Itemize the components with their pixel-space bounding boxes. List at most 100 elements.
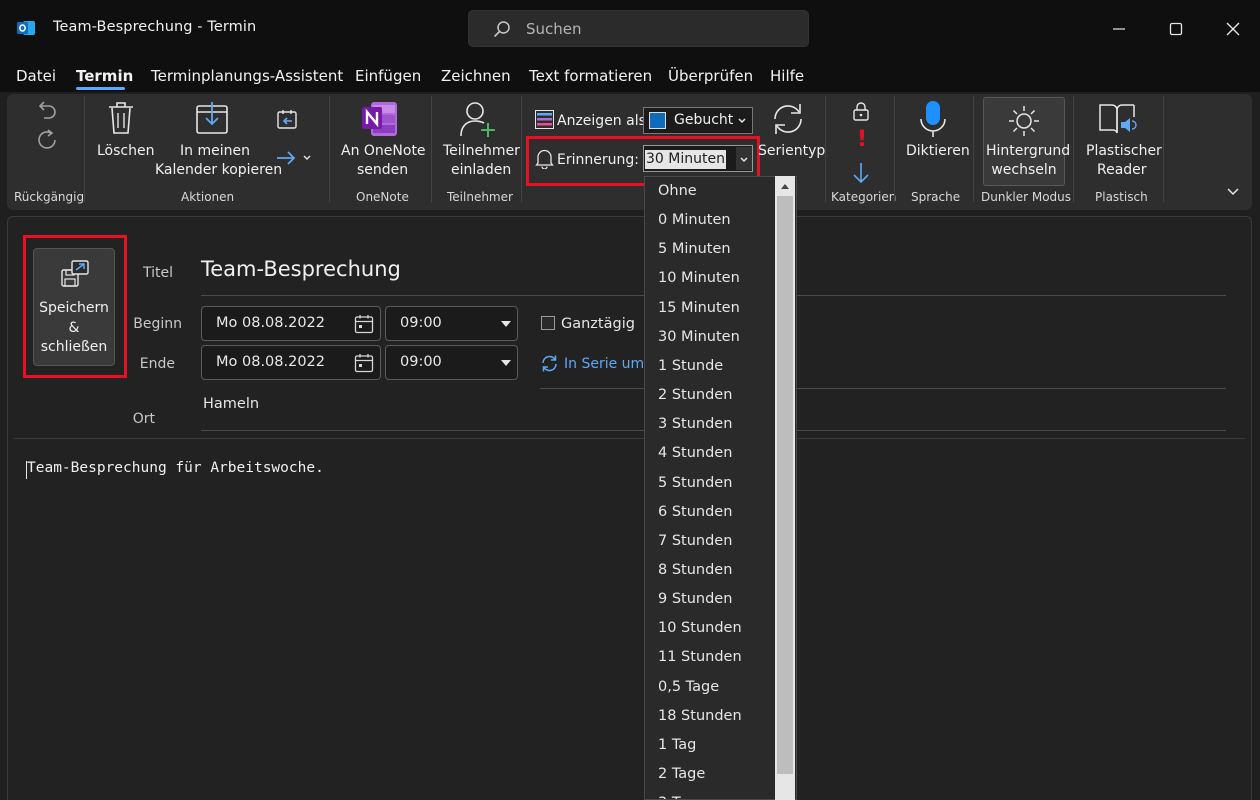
tab-text-formatieren[interactable]: Text formatieren: [529, 67, 652, 85]
show-as-select[interactable]: Gebucht: [643, 107, 753, 134]
tab-datei[interactable]: Datei: [16, 67, 56, 85]
all-day-label: Ganztägig: [561, 316, 635, 332]
location-label: Ort: [132, 411, 155, 427]
end-time-select[interactable]: 09:00: [385, 345, 518, 380]
microphone-icon: [920, 101, 946, 137]
chevron-down-icon: [738, 118, 746, 124]
tab-hilfe[interactable]: Hilfe: [770, 67, 804, 85]
onenote-label-line-1: An OneNote: [341, 143, 426, 159]
reminder-option[interactable]: Ohne: [658, 183, 697, 199]
ribbon-expand-chevron-icon[interactable]: [1226, 186, 1240, 198]
group-label-onenote: OneNote: [356, 190, 409, 204]
background-label-line-2: wechseln: [991, 162, 1057, 178]
start-time-value: 09:00: [400, 315, 442, 331]
reminder-option[interactable]: 10 Minuten: [658, 270, 740, 286]
make-recurring-label: In Serie umw: [564, 356, 656, 372]
forward-arrow-icon[interactable]: [276, 148, 316, 168]
low-importance-icon[interactable]: [851, 162, 871, 184]
tab-zeichnen[interactable]: Zeichnen: [441, 67, 511, 85]
body-separator: [14, 438, 1246, 439]
reminder-option[interactable]: 7 Stunden: [658, 533, 732, 549]
switch-background-button[interactable]: Hintergrund wechseln: [983, 97, 1071, 186]
reminder-option[interactable]: 3 Stunden: [658, 416, 732, 432]
separator-line: [540, 388, 1226, 389]
reminder-option[interactable]: 2 Tage: [658, 766, 705, 782]
ribbon-separator: [1163, 96, 1164, 202]
copy-label-line-2: Kalender kopieren: [155, 162, 283, 178]
immersive-reader-icon: [1099, 104, 1137, 134]
reminder-option[interactable]: 5 Stunden: [658, 475, 732, 491]
start-time-select[interactable]: 09:00: [385, 306, 518, 341]
group-label-actions: Aktionen: [181, 190, 235, 204]
search-box[interactable]: Suchen: [468, 10, 809, 47]
maximize-icon[interactable]: [1161, 14, 1191, 44]
reminder-option[interactable]: 2 Stunden: [658, 387, 732, 403]
ribbon-separator: [825, 96, 826, 202]
minimize-icon[interactable]: [1104, 14, 1134, 44]
background-label-line-1: Hintergrund: [986, 143, 1071, 159]
calendar-copy-icon: [196, 102, 228, 134]
save-highlight-box: [23, 235, 127, 378]
redo-icon[interactable]: [34, 128, 60, 152]
end-date-value: Mo 08.08.2022: [216, 354, 326, 370]
all-day-checkbox[interactable]: [541, 316, 555, 330]
undo-icon[interactable]: [34, 100, 60, 122]
recurrence-icon: [774, 104, 802, 134]
group-label-undo: Rückgängig: [14, 190, 85, 204]
lock-icon[interactable]: [852, 101, 870, 121]
group-label-attendees: Teilnehmer: [447, 190, 513, 204]
start-date-input[interactable]: Mo 08.08.2022: [201, 306, 381, 341]
recurrence-label: Serientyp: [758, 143, 826, 159]
reminder-option[interactable]: 0 Minuten: [658, 212, 731, 228]
show-as-icon: [535, 110, 554, 129]
high-importance-icon[interactable]: !: [857, 128, 867, 152]
reminder-option[interactable]: 11 Stunden: [658, 649, 742, 665]
group-label-tags: Kategorien: [831, 190, 897, 204]
end-time-value: 09:00: [400, 354, 442, 370]
reminder-option[interactable]: 4 Stunden: [658, 445, 732, 461]
reminder-option[interactable]: 9 Stunden: [658, 591, 732, 607]
reminder-option[interactable]: 10 Stunden: [658, 620, 742, 636]
onenote-icon: [362, 102, 397, 136]
reminder-option[interactable]: 15 Minuten: [658, 300, 740, 316]
reminder-option[interactable]: 5 Minuten: [658, 241, 731, 257]
group-label-darkmode: Dunkler Modus: [981, 190, 1072, 204]
location-input[interactable]: Hameln: [203, 396, 259, 412]
reminder-option[interactable]: 3 Tage: [658, 795, 705, 799]
calendar-icon[interactable]: [354, 314, 374, 334]
trash-icon: [109, 102, 133, 134]
show-as-value: Gebucht: [674, 112, 734, 128]
reminder-option[interactable]: 8 Stunden: [658, 562, 732, 578]
reminder-option[interactable]: 18 Stunden: [658, 708, 742, 724]
tab-ueberpruefen[interactable]: Überprüfen: [668, 67, 753, 85]
tab-einfuegen[interactable]: Einfügen: [355, 67, 421, 85]
dropdown-scrollbar-thumb[interactable]: [777, 196, 793, 774]
ribbon-separator: [973, 96, 974, 202]
copy-label-line-1: In meinen: [180, 143, 250, 159]
reminder-option[interactable]: 1 Stunde: [658, 358, 723, 374]
reminder-option[interactable]: 0,5 Tage: [658, 679, 719, 695]
window-title: Team-Besprechung - Termin: [53, 19, 257, 35]
group-label-voice: Sprache: [911, 190, 961, 204]
scroll-up-arrow-icon[interactable]: [780, 182, 790, 190]
ribbon-separator: [521, 96, 522, 202]
chevron-down-icon: [501, 321, 511, 327]
ribbon-separator: [329, 96, 330, 202]
tab-termin[interactable]: Termin: [76, 67, 133, 85]
group-label-immersive: Plastisch: [1095, 190, 1148, 204]
reminder-option[interactable]: 30 Minuten: [658, 329, 740, 345]
calendar-icon[interactable]: [354, 353, 374, 373]
title-input[interactable]: Team-Besprechung: [201, 257, 401, 281]
ribbon-separator: [1073, 96, 1074, 202]
ribbon-separator: [431, 96, 432, 202]
end-date-input[interactable]: Mo 08.08.2022: [201, 345, 381, 380]
reminder-option[interactable]: 1 Tag: [658, 737, 696, 753]
busy-color-swatch: [649, 112, 666, 129]
tab-terminplanungs-assistent[interactable]: Terminplanungs-Assistent: [151, 67, 343, 85]
reminder-option[interactable]: 6 Stunden: [658, 504, 732, 520]
invite-label-line-2: einladen: [451, 162, 512, 178]
close-icon[interactable]: [1218, 14, 1248, 44]
body-text[interactable]: Team-Besprechung für Arbeitswoche.: [27, 460, 324, 476]
title-label: Titel: [142, 265, 173, 281]
calendar-forward-icon[interactable]: [276, 108, 298, 130]
